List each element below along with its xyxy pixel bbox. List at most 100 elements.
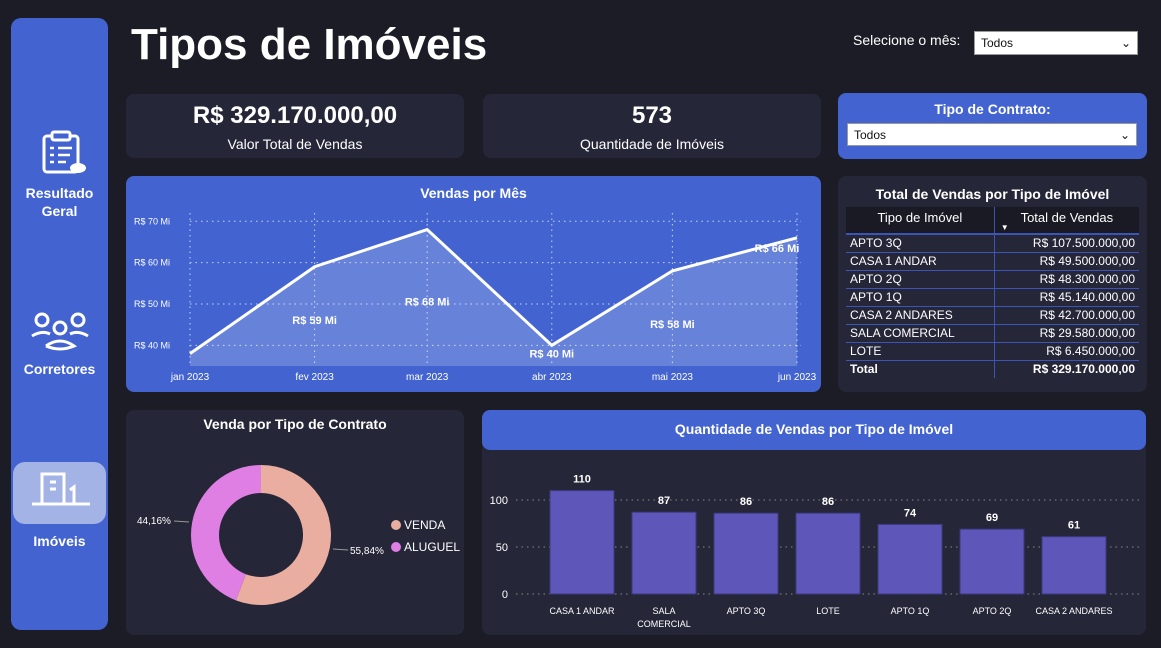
cell-tipo: CASA 1 ANDAR <box>846 252 995 271</box>
cell-total: R$ 42.700.000,00 <box>993 306 1139 325</box>
bar <box>959 528 1025 595</box>
data-label: 86 <box>822 496 834 508</box>
cell-tipo: LOTE <box>846 342 995 361</box>
cell-tipo: CASA 2 ANDARES <box>846 306 995 325</box>
data-label: 61 <box>1068 520 1080 532</box>
cell-total: R$ 45.140.000,00 <box>993 288 1139 307</box>
page-title: Tipos de Imóveis <box>131 20 488 69</box>
kpi-value: R$ 329.170.000,00 <box>192 102 398 129</box>
x-tick-label: CASA 1 ANDAR <box>549 606 615 616</box>
bar <box>877 523 943 595</box>
sidebar-label: Resultado Geral <box>25 185 94 219</box>
donut-card: Venda por Tipo de Contrato 55,84% 44,16% V… <box>126 410 464 635</box>
legend-marker <box>391 520 401 530</box>
clipboard-icon <box>42 130 86 174</box>
x-tick-label: APTO 1Q <box>891 606 930 616</box>
kpi-quantidade: 573 Quantidade de Imóveis <box>483 94 821 158</box>
kpi-value: 573 <box>631 102 673 129</box>
bar-chart-card: Quantidade de Vendas por Tipo de Imóvel … <box>482 410 1146 635</box>
bar <box>549 490 615 595</box>
people-icon <box>30 312 89 351</box>
leader-line <box>173 520 190 523</box>
sidebar: Resultado Geral Corretores Imóveis <box>11 18 108 630</box>
contract-select-value: Todos <box>854 127 887 142</box>
column-header-sorted[interactable]: Total de Vendas ▼ <box>993 207 1139 235</box>
y-tick-label: R$ 50 Mi <box>134 299 170 309</box>
y-tick-label: R$ 40 Mi <box>134 340 170 350</box>
total-value: R$ 329.170.000,00 <box>993 360 1139 378</box>
sidebar-label: Imóveis <box>33 533 86 549</box>
bar <box>1041 536 1107 595</box>
bar <box>631 511 697 595</box>
sales-table: Tipo de Imóvel Total de Vendas ▼ APTO 3Q R$… <box>846 207 1139 378</box>
sidebar-item-resultado-geral[interactable]: Resultado Geral <box>11 130 108 220</box>
area-fill <box>190 229 797 366</box>
table-card: Total de Vendas por Tipo de Imóvel Tipo … <box>838 176 1147 392</box>
building-icon <box>31 472 90 506</box>
x-tick-label: mai 2023 <box>652 372 694 383</box>
kpi-label: Quantidade de Imóveis <box>580 136 724 152</box>
y-tick-label: 100 <box>490 495 508 507</box>
table-row[interactable]: CASA 2 ANDARES R$ 42.700.000,00 <box>846 306 1139 325</box>
kpi-total-vendas: R$ 329.170.000,00 Valor Total de Vendas <box>126 94 464 158</box>
chevron-down-icon: ⌄ <box>1120 36 1131 50</box>
cell-tipo: APTO 1Q <box>846 288 995 307</box>
sidebar-item-imoveis[interactable]: Imóveis <box>11 462 108 550</box>
leader-line <box>332 548 349 551</box>
x-tick-label: jan 2023 <box>170 372 210 383</box>
sort-desc-icon: ▼ <box>1000 223 1009 232</box>
data-label: R$ 58 Mi <box>650 319 695 331</box>
column-header[interactable]: Tipo de Imóvel <box>846 207 995 235</box>
bar <box>795 512 861 595</box>
table-title: Total de Vendas por Tipo de Imóvel <box>875 186 1110 202</box>
cell-total: R$ 49.500.000,00 <box>993 252 1139 271</box>
data-label: R$ 59 Mi <box>292 315 337 327</box>
legend-label: VENDA <box>404 518 445 532</box>
sidebar-label: Corretores <box>23 361 96 377</box>
cell-total: R$ 6.450.000,00 <box>993 342 1139 361</box>
slice-label: 55,84% <box>350 546 384 557</box>
bar <box>713 512 779 595</box>
x-tick-label: LOTE <box>816 606 840 616</box>
contract-filter-label: Tipo de Contrato: <box>934 101 1051 117</box>
x-tick-label: APTO 3Q <box>727 606 766 616</box>
contract-select[interactable]: Todos ⌄ <box>847 123 1137 146</box>
table-row[interactable]: APTO 2Q R$ 48.300.000,00 <box>846 270 1139 289</box>
sidebar-item-corretores[interactable]: Corretores <box>11 308 108 378</box>
data-label: 74 <box>904 507 917 519</box>
data-label: R$ 40 Mi <box>529 348 574 360</box>
data-label: 110 <box>573 474 591 486</box>
donut-chart: 55,84% 44,16% VENDA ALUGUEL <box>137 465 460 605</box>
table-total-row: Total R$ 329.170.000,00 <box>846 360 1139 378</box>
cell-total: R$ 48.300.000,00 <box>993 270 1139 289</box>
cell-tipo: SALA COMERCIAL <box>846 324 995 343</box>
y-tick-label: 50 <box>496 542 508 554</box>
table-row[interactable]: SALA COMERCIAL R$ 29.580.000,00 <box>846 324 1139 343</box>
x-tick-label: SALA COMERCIAL <box>637 606 691 629</box>
data-label: 69 <box>986 512 998 524</box>
x-tick-label: jun 2023 <box>777 372 817 383</box>
table-row[interactable]: LOTE R$ 6.450.000,00 <box>846 342 1139 361</box>
cell-total: R$ 29.580.000,00 <box>993 324 1139 343</box>
legend-label: ALUGUEL <box>404 540 460 554</box>
data-label: 86 <box>740 496 752 508</box>
y-tick-label: 0 <box>502 589 508 601</box>
cell-tipo: APTO 2Q <box>846 270 995 289</box>
data-label: R$ 66 Mi <box>755 243 800 255</box>
line-chart-card: Vendas por Mês R$ 40 Mi R$ 50 Mi R$ 60 Mi R… <box>126 176 821 392</box>
x-tick-label: mar 2023 <box>406 372 449 383</box>
total-label: Total <box>850 362 878 377</box>
x-tick-label: APTO 2Q <box>973 606 1012 616</box>
x-tick-label: CASA 2 ANDARES <box>1035 606 1112 616</box>
month-select[interactable]: Todos ⌄ <box>974 31 1138 55</box>
table-row[interactable]: APTO 1Q R$ 45.140.000,00 <box>846 288 1139 307</box>
x-tick-label: abr 2023 <box>532 372 572 383</box>
line-chart: R$ 40 Mi R$ 50 Mi R$ 60 Mi R$ 70 Mi jan 2023… <box>134 213 817 383</box>
chevron-down-icon: ⌄ <box>1119 127 1130 142</box>
table-row[interactable]: APTO 3Q R$ 107.500.000,00 <box>846 234 1139 253</box>
legend-marker <box>391 542 401 552</box>
month-select-value: Todos <box>981 36 1014 50</box>
y-tick-label: R$ 70 Mi <box>134 216 170 226</box>
table-row[interactable]: CASA 1 ANDAR R$ 49.500.000,00 <box>846 252 1139 271</box>
kpi-label: Valor Total de Vendas <box>227 136 363 152</box>
